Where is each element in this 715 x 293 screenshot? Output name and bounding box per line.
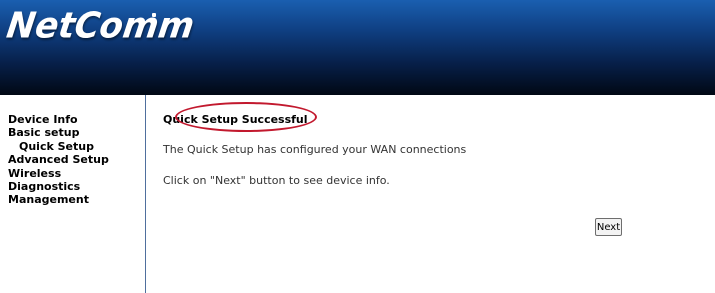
status-message: The Quick Setup has configured your WAN … (163, 143, 467, 156)
sidebar-item-device-info[interactable]: Device Info (8, 113, 109, 126)
sidebar-item-advanced-setup[interactable]: Advanced Setup (8, 153, 109, 166)
sidebar: Device Info Basic setup Quick Setup Adva… (0, 95, 146, 293)
header-banner: NetComm (0, 0, 715, 95)
highlight-circle-annotation (175, 102, 317, 132)
next-button[interactable]: Next (595, 218, 622, 236)
sidebar-item-diagnostics[interactable]: Diagnostics (8, 180, 109, 193)
trademark-mark (152, 13, 156, 17)
sidebar-item-wireless[interactable]: Wireless (8, 167, 109, 180)
netcomm-logo: NetComm (4, 5, 197, 47)
sidebar-item-quick-setup[interactable]: Quick Setup (8, 140, 109, 153)
sidebar-item-management[interactable]: Management (8, 193, 109, 206)
instruction-message: Click on "Next" button to see device inf… (163, 174, 390, 187)
main-content: Quick Setup Successful The Quick Setup h… (146, 95, 715, 293)
sidebar-item-basic-setup[interactable]: Basic setup (8, 126, 109, 139)
sidebar-nav: Device Info Basic setup Quick Setup Adva… (8, 113, 109, 207)
